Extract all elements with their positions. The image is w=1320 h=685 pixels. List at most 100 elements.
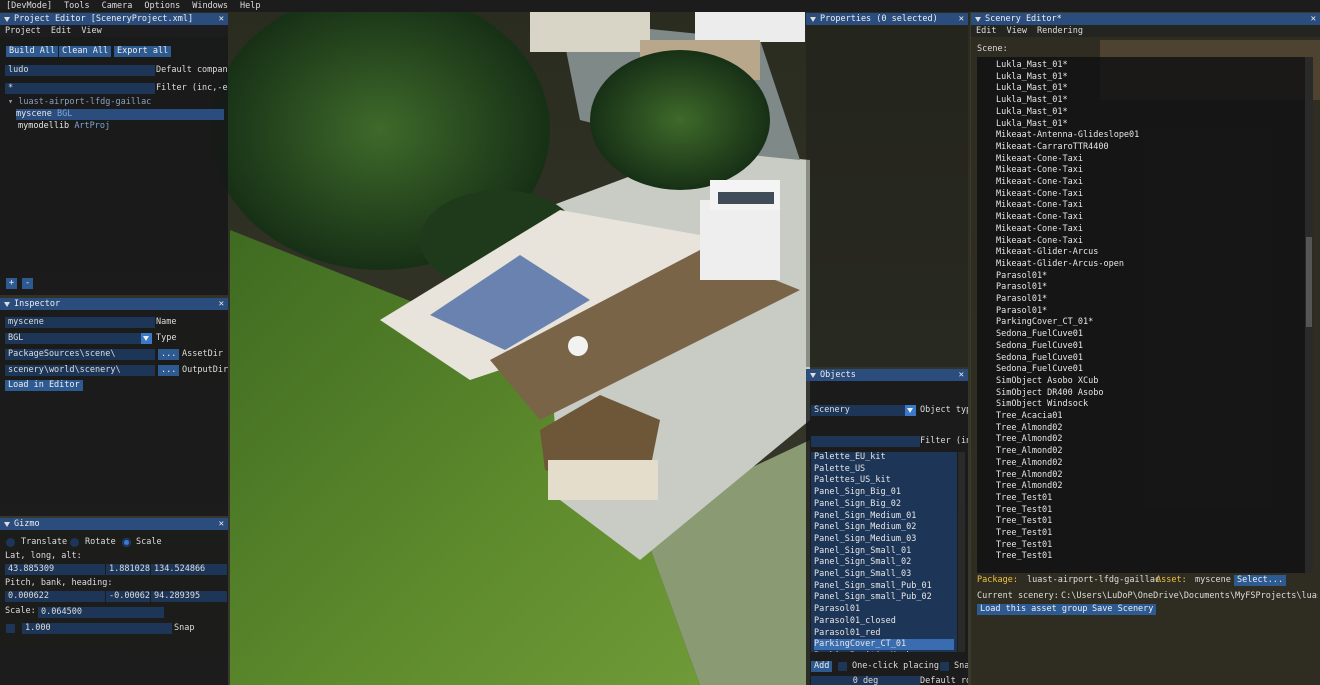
menu-project[interactable]: Project (0, 26, 46, 36)
filter-input[interactable]: * (5, 83, 155, 94)
scene-list-item[interactable]: Sedona_FuelCuve01 (996, 353, 1083, 364)
outputdir-browse-button[interactable]: ... (158, 365, 180, 376)
scene-list-item[interactable]: Tree_Almond02 (996, 470, 1063, 481)
scene-list-item[interactable]: Tree_Acacia01 (996, 411, 1063, 422)
scenery-editor-titlebar[interactable]: Scenery Editor* ✕ (971, 13, 1320, 25)
scene-list-item[interactable]: Tree_Almond02 (996, 458, 1063, 469)
collapse-triangle-icon[interactable] (975, 16, 981, 22)
collapse-triangle-icon[interactable] (4, 521, 10, 527)
export-all-button[interactable]: Export all (114, 46, 172, 57)
scene-list-item[interactable]: Sedona_FuelCuve01 (996, 364, 1083, 375)
heading-input[interactable]: 94.289395 (151, 591, 227, 602)
objects-filter-input[interactable] (811, 436, 920, 447)
objects-list-item[interactable]: ParkingCover_CT_01 (814, 639, 954, 651)
scene-list-item[interactable]: SimObject Asobo XCub (996, 376, 1098, 387)
objects-list-item[interactable]: Panel_Sign_small_Pub_01 (814, 581, 954, 592)
menu-help[interactable]: Help (234, 1, 266, 11)
build-all-button[interactable]: Build All (6, 46, 59, 57)
scale-radio[interactable] (122, 538, 131, 547)
objects-titlebar[interactable]: Objects ✕ (806, 369, 968, 381)
object-type-select[interactable]: Scenery (811, 405, 907, 416)
tree-root[interactable]: ▾ luast-airport-lfdg-gaillac (8, 97, 151, 108)
close-icon[interactable]: ✕ (1311, 13, 1316, 25)
scene-list-item[interactable]: Mikeaat-Cone-Taxi (996, 200, 1083, 211)
objects-list-item[interactable]: Palette_US (814, 464, 954, 475)
objects-list-item[interactable]: Parasol01_red (814, 628, 954, 639)
scene-list-item[interactable]: Lukla_Mast_01* (996, 60, 1068, 71)
chevron-down-icon[interactable] (141, 333, 152, 344)
long-input[interactable]: 1.881028 (106, 564, 150, 575)
project-editor-titlebar[interactable]: Project Editor [SceneryProject.xml] ✕ (0, 13, 228, 25)
scene-list[interactable]: Lukla_Mast_01* Lukla_Mast_01* Lukla_Mast_0… (977, 57, 1305, 573)
scene-list-item[interactable]: Mikeaat-CarraroTTR4400 (996, 142, 1109, 153)
gizmo-titlebar[interactable]: Gizmo ✕ (0, 518, 228, 530)
scene-list-item[interactable]: Mikeaat-Cone-Taxi (996, 165, 1083, 176)
add-object-button[interactable]: Add (811, 661, 833, 672)
scene-list-item[interactable]: Sedona_FuelCuve01 (996, 341, 1083, 352)
translate-radio[interactable] (6, 538, 15, 547)
objects-list-item[interactable]: Panel_Sign_Small_02 (814, 557, 954, 568)
pitch-input[interactable]: 0.000622 (5, 591, 105, 602)
scene-list-item[interactable]: Tree_Almond02 (996, 434, 1063, 445)
scene-list-item[interactable]: Mikeaat-Cone-Taxi (996, 224, 1083, 235)
menu-devmode[interactable]: [DevMode] (0, 1, 58, 11)
close-icon[interactable]: ✕ (959, 13, 964, 25)
close-icon[interactable]: ✕ (219, 298, 224, 310)
menu-windows[interactable]: Windows (186, 1, 234, 11)
scene-list-item[interactable]: Sedona_FuelCuve01 (996, 329, 1083, 340)
load-asset-group-button[interactable]: Load this asset group (977, 604, 1091, 615)
tree-item-mymodellib[interactable]: mymodellib ArtProj (18, 121, 110, 132)
save-scenery-button[interactable]: Save Scenery (1089, 604, 1157, 615)
collapse-triangle-icon[interactable] (4, 301, 10, 307)
scene-list-item[interactable]: Mikeaat-Cone-Taxi (996, 154, 1083, 165)
scene-list-item[interactable]: Mikeaat-Antenna-Glideslope01 (996, 130, 1139, 141)
remove-item-button[interactable]: - (22, 278, 33, 289)
objects-list-item[interactable]: Panel_Sign_Medium_03 (814, 534, 954, 545)
snap-checkbox[interactable] (6, 624, 15, 633)
bank-input[interactable]: -0.000622 (106, 591, 150, 602)
objects-list-item[interactable]: Panel_Sign_Medium_02 (814, 522, 954, 533)
scene-list-item[interactable]: Parasol01* (996, 294, 1047, 305)
load-in-editor-button[interactable]: Load in Editor (5, 380, 83, 391)
objects-list-item[interactable]: Panel_Sign_Medium_01 (814, 511, 954, 522)
rotation-input[interactable]: 0 deg (811, 676, 920, 685)
scene-list-item[interactable]: Tree_Test01 (996, 528, 1052, 539)
objects-list-item[interactable]: Parasol01_closed (814, 616, 954, 627)
scene-list-item[interactable]: Lukla_Mast_01* (996, 83, 1068, 94)
scene-list-item[interactable]: Mikeaat-Cone-Taxi (996, 212, 1083, 223)
scene-scrollbar[interactable] (1305, 57, 1313, 573)
objects-list-item[interactable]: Panel_Sign_Big_01 (814, 487, 954, 498)
objects-list-item[interactable]: Panel_Sign_Big_02 (814, 499, 954, 510)
scene-list-item[interactable]: Lukla_Mast_01* (996, 95, 1068, 106)
objects-list-item[interactable]: Panel_Sign_small_Pub_02 (814, 592, 954, 603)
close-icon[interactable]: ✕ (219, 13, 224, 25)
inspector-titlebar[interactable]: Inspector ✕ (0, 298, 228, 310)
menu-tools[interactable]: Tools (58, 1, 96, 11)
assetdir-browse-button[interactable]: ... (158, 349, 180, 360)
menu-edit[interactable]: Edit (46, 26, 76, 36)
scene-list-item[interactable]: Mikeaat-Glider-Arcus (996, 247, 1098, 258)
scale-input[interactable]: 0.064500 (38, 607, 164, 618)
scene-list-item[interactable]: Lukla_Mast_01* (996, 72, 1068, 83)
scene-list-item[interactable]: Parasol01* (996, 306, 1047, 317)
menu-options[interactable]: Options (138, 1, 186, 11)
properties-titlebar[interactable]: Properties (0 selected) ✕ (806, 13, 968, 25)
objects-list-item[interactable]: Palette_EU_kit (814, 452, 954, 463)
scene-list-item[interactable]: Tree_Test01 (996, 505, 1052, 516)
menu-camera[interactable]: Camera (96, 1, 139, 11)
name-input[interactable]: myscene (5, 317, 155, 328)
select-asset-button[interactable]: Select... (1234, 575, 1287, 586)
scene-list-item[interactable]: Mikeaat-Glider-Arcus-open (996, 259, 1124, 270)
scene-list-item[interactable]: Parasol01* (996, 271, 1047, 282)
scrollbar-thumb[interactable] (1306, 237, 1312, 327)
objects-snap-checkbox[interactable] (940, 662, 949, 671)
collapse-triangle-icon[interactable] (810, 372, 816, 378)
outputdir-input[interactable]: scenery\world\scenery\ (5, 365, 155, 376)
objects-list[interactable]: Palette_EU_kit Palette_US Palettes_US_kit P… (811, 452, 957, 652)
objects-list-item[interactable]: Panel_Sign_Small_01 (814, 546, 954, 557)
menu-view[interactable]: View (1001, 26, 1031, 36)
objects-list-item[interactable]: Panel_Sign_Small_03 (814, 569, 954, 580)
scene-list-item[interactable]: Lukla_Mast_01* (996, 119, 1068, 130)
rotate-radio[interactable] (70, 538, 79, 547)
add-item-button[interactable]: + (6, 278, 17, 289)
